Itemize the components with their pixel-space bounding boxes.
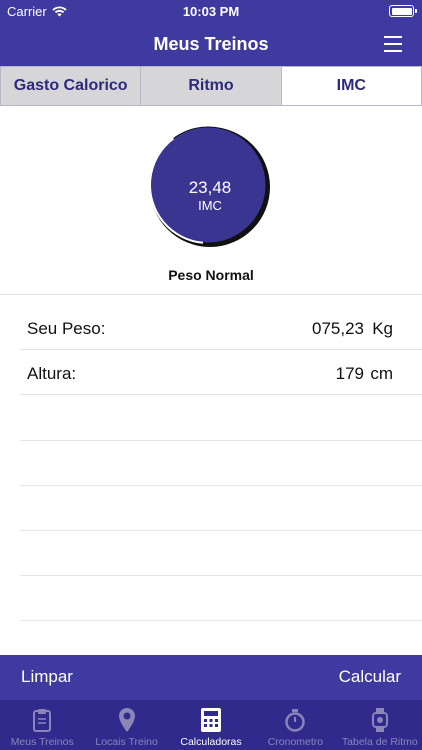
- segment-imc[interactable]: IMC: [281, 67, 421, 105]
- tab-label: Cronometro: [267, 736, 324, 748]
- tab-locais-treino[interactable]: Locais Treino: [84, 700, 168, 750]
- tab-label: Meus Treinos: [10, 736, 74, 748]
- clipboard-icon: [33, 709, 52, 732]
- watch-icon: [371, 708, 388, 732]
- tab-label: Calculadoras: [180, 736, 242, 748]
- tab-label: Locais Treino: [95, 736, 158, 748]
- imc-value: 23,48: [188, 178, 232, 197]
- segment-ritmo[interactable]: Ritmo: [141, 67, 282, 105]
- action-bar: Limpar Calcular: [0, 655, 422, 700]
- tab-cronometro[interactable]: Cronometro: [253, 700, 337, 750]
- calculate-button[interactable]: Calcular: [339, 667, 401, 687]
- tab-label: Tabela de Ritmo: [341, 736, 418, 748]
- divider: [0, 294, 422, 295]
- empty-row-divider: [20, 530, 422, 531]
- calculator-icon: [201, 708, 222, 732]
- menu-icon[interactable]: [384, 36, 402, 52]
- empty-row-divider: [20, 440, 422, 441]
- battery-icon: [389, 5, 417, 17]
- weight-label: Seu Peso:: [27, 319, 106, 338]
- status-bar: Carrier 10:03 PM: [0, 0, 422, 22]
- page-title: Meus Treinos: [153, 34, 269, 54]
- calculator-segmented-control: Gasto Calorico Ritmo IMC: [0, 66, 422, 106]
- imc-label: IMC: [198, 198, 222, 213]
- weight-value[interactable]: 075,23: [312, 319, 364, 339]
- imc-gauge: 23,48 IMC: [149, 126, 275, 252]
- status-time: 10:03 PM: [182, 4, 240, 19]
- weight-unit: Kg: [372, 319, 393, 338]
- map-pin-icon: [118, 708, 135, 732]
- height-row[interactable]: Altura: 179 cm: [20, 351, 422, 395]
- segment-gasto-calorico[interactable]: Gasto Calorico: [1, 67, 142, 105]
- height-unit: cm: [370, 364, 393, 383]
- clear-button[interactable]: Limpar: [21, 667, 73, 687]
- tab-calculadoras[interactable]: Calculadoras: [169, 700, 253, 750]
- tab-bar: Meus Treinos Locais Treino Calculadoras: [0, 700, 422, 750]
- empty-row-divider: [20, 575, 422, 576]
- stopwatch-icon: [285, 709, 306, 732]
- weight-row[interactable]: Seu Peso: 075,23 Kg: [20, 306, 422, 350]
- tab-meus-treinos[interactable]: Meus Treinos: [0, 700, 84, 750]
- tab-tabela-de-ritmo[interactable]: Tabela de Ritmo: [338, 700, 422, 750]
- height-label: Altura:: [27, 364, 77, 383]
- empty-row-divider: [20, 485, 422, 486]
- nav-bar: Meus Treinos: [0, 22, 422, 66]
- height-value[interactable]: 179: [336, 364, 364, 384]
- empty-row-divider: [20, 620, 422, 621]
- imc-result: Peso Normal: [168, 267, 254, 283]
